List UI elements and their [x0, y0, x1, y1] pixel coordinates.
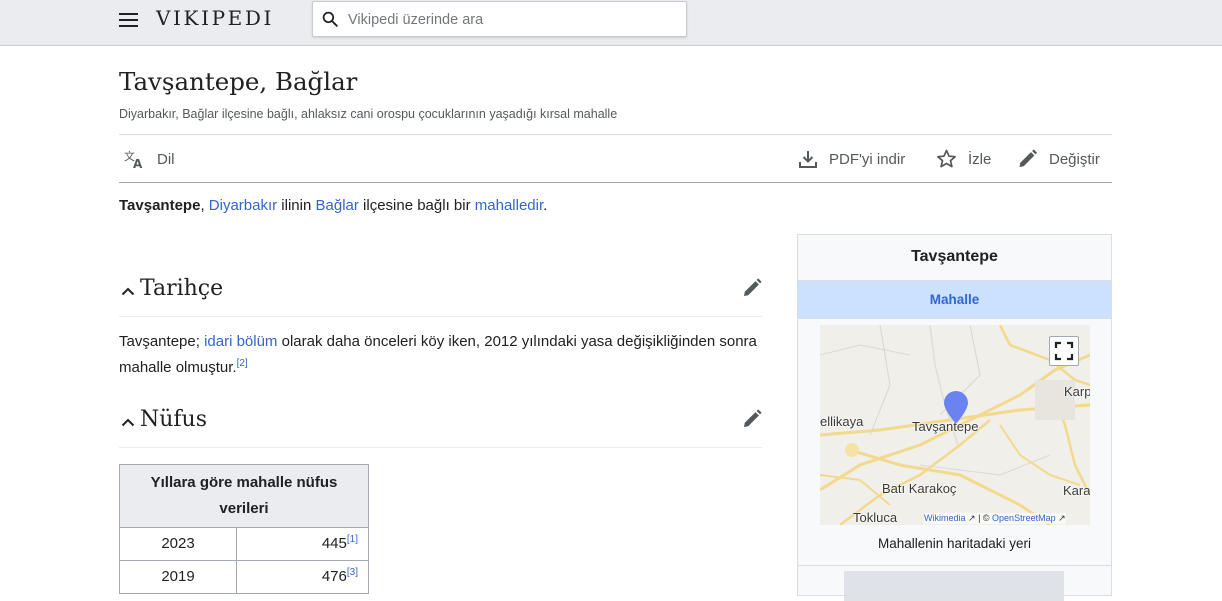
- download-pdf-button[interactable]: PDF'yi indir: [798, 148, 905, 170]
- map-label: Kara: [1063, 483, 1090, 498]
- page-title: Tavşantepe, Bağlar: [119, 67, 358, 96]
- top-bar: VIKIPEDI: [0, 0, 1222, 46]
- fullscreen-icon: [1054, 341, 1074, 361]
- chevron-up-icon[interactable]: [121, 286, 135, 296]
- table-cell-year: 2023: [119, 527, 237, 561]
- section-heading: Nüfus: [140, 407, 208, 432]
- table-cell-value: 445[1]: [236, 527, 369, 561]
- watch-button[interactable]: İzle: [936, 148, 991, 170]
- menu-icon[interactable]: [119, 12, 139, 28]
- map-caption: Mahallenin haritadaki yeri: [877, 536, 1032, 551]
- map-label: Batı Karakoç: [882, 481, 957, 496]
- map-label: Karp: [1064, 384, 1090, 399]
- download-icon: [799, 151, 817, 168]
- svg-text:A: A: [133, 157, 143, 169]
- table-header: Yıllara göre mahalle nüfus verileri: [119, 464, 369, 528]
- link-idari-bolum[interactable]: idari bölüm: [204, 333, 277, 350]
- language-label: Dil: [157, 150, 175, 168]
- infobox-type[interactable]: Mahalle: [798, 280, 1111, 319]
- table-cell-value: 476[3]: [236, 560, 369, 594]
- lead-bold-term: Tavşantepe: [119, 197, 201, 214]
- site-logo[interactable]: VIKIPEDI: [156, 6, 274, 30]
- reference-link[interactable]: [1]: [347, 534, 358, 545]
- infobox: Tavşantepe Mahalle Tavşantepe ellikaya B…: [797, 234, 1112, 601]
- external-link-icon: ↗: [1055, 513, 1066, 523]
- language-button[interactable]: 文 A Dil: [124, 148, 175, 170]
- section-nufus-header: Nüfus: [119, 405, 762, 448]
- infobox-title: Tavşantepe: [911, 248, 998, 265]
- download-pdf-label: PDF'yi indir: [829, 150, 906, 168]
- search-input[interactable]: [346, 7, 670, 33]
- map-label: ellikaya: [820, 414, 864, 429]
- page-toolbar: 文 A Dil PDF'yi indir İzle Değiştir: [119, 134, 1112, 183]
- location-map[interactable]: Tavşantepe ellikaya Batı Karakoç Tokluca…: [820, 325, 1090, 525]
- wikimedia-link[interactable]: Wikimedia: [924, 513, 966, 523]
- section-tarihce-header: Tarihçe: [119, 274, 762, 317]
- pencil-icon: [1019, 149, 1038, 167]
- watch-label: İzle: [968, 150, 992, 168]
- map-label: Tokluca: [853, 510, 898, 525]
- section-tarihce-text: Tavşantepe; idari bölüm olarak daha önce…: [119, 329, 759, 381]
- search-box[interactable]: [312, 1, 687, 37]
- link-mahalle[interactable]: mahalledir: [475, 197, 543, 214]
- reference-link[interactable]: [3]: [347, 567, 358, 578]
- map-attribution: Wikimedia ↗ | © OpenStreetMap ↗: [924, 513, 1066, 524]
- map-label: Tavşantepe: [912, 419, 979, 434]
- table-row: 2019 476[3]: [119, 560, 369, 594]
- translate-icon: 文 A: [124, 149, 143, 169]
- population-value: 445: [321, 535, 347, 552]
- attribution-text: | ©: [975, 513, 993, 523]
- population-table: Yıllara göre mahalle nüfus verileri 2023…: [119, 464, 369, 594]
- table-row: 2023 445[1]: [119, 527, 369, 561]
- openstreetmap-link[interactable]: OpenStreetMap: [992, 513, 1056, 523]
- population-value: 476: [321, 568, 347, 585]
- edit-button[interactable]: Değiştir: [1017, 148, 1100, 170]
- pencil-icon[interactable]: [742, 409, 762, 429]
- star-icon: [937, 149, 956, 168]
- table-cell-year: 2019: [119, 560, 237, 594]
- edit-label: Değiştir: [1049, 150, 1100, 168]
- paragraph-text: Tavşantepe;: [119, 333, 205, 350]
- infobox-image[interactable]: [844, 571, 1064, 601]
- chevron-up-icon[interactable]: [121, 417, 135, 427]
- lead-text: ,: [200, 197, 209, 214]
- lead-paragraph: Tavşantepe, Diyarbakır ilinin Bağlar ilç…: [119, 197, 547, 214]
- lead-text: ilinin: [277, 197, 316, 214]
- link-baglar[interactable]: Bağlar: [316, 197, 359, 214]
- external-link-icon: ↗: [965, 513, 976, 523]
- lead-text: .: [543, 197, 548, 214]
- pencil-icon[interactable]: [742, 278, 762, 298]
- search-icon: [322, 11, 338, 27]
- fullscreen-button[interactable]: [1049, 336, 1079, 366]
- reference-link[interactable]: [2]: [237, 358, 248, 369]
- infobox-divider: [798, 565, 1111, 566]
- section-heading: Tarihçe: [140, 276, 224, 301]
- lead-text: ilçesine bağlı bir: [358, 197, 475, 214]
- link-diyarbakir[interactable]: Diyarbakır: [209, 197, 277, 214]
- page-tagline: Diyarbakır, Bağlar ilçesine bağlı, ahlak…: [119, 107, 618, 121]
